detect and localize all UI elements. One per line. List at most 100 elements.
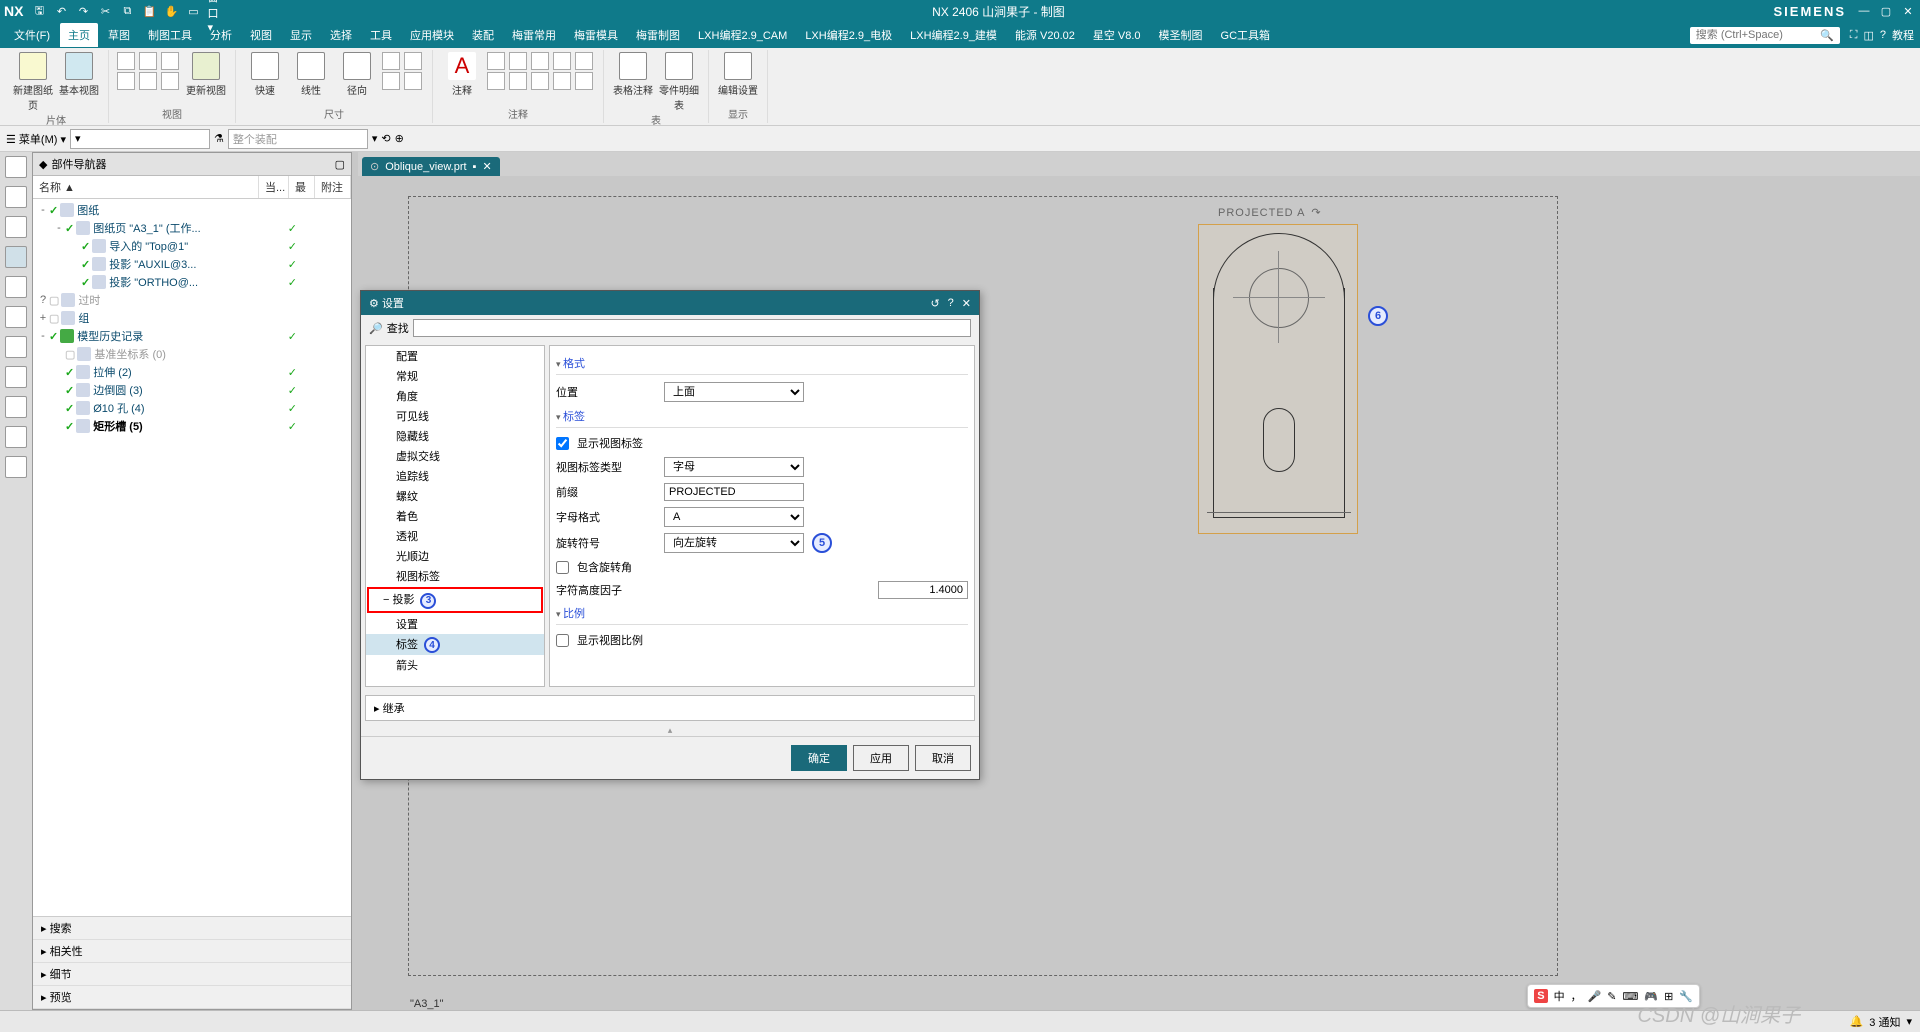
ann-icon[interactable] xyxy=(531,52,549,70)
cancel-button[interactable]: 取消 xyxy=(915,745,971,771)
tree-row[interactable]: -✓模型历史记录✓ xyxy=(35,327,349,345)
menu-nengyuan[interactable]: 能源 V20.02 xyxy=(1007,23,1083,47)
menu-meilei-common[interactable]: 梅雷常用 xyxy=(504,23,564,47)
rail-history-icon[interactable] xyxy=(5,366,27,388)
dialog-tree-item[interactable]: 标签4 xyxy=(366,634,544,656)
section-format[interactable]: 格式 xyxy=(556,352,968,375)
dialog-close-icon[interactable]: ✕ xyxy=(962,297,971,310)
rail-part-nav-icon[interactable] xyxy=(5,246,27,268)
menu-tools[interactable]: 工具 xyxy=(362,23,400,47)
panel-details[interactable]: ▸ 细节 xyxy=(33,963,351,986)
dialog-tree-item[interactable]: 虚拟交线 xyxy=(366,446,544,466)
menu-meilei-draw[interactable]: 梅雷制图 xyxy=(628,23,688,47)
ann-icon[interactable] xyxy=(575,52,593,70)
dialog-tree-item[interactable]: 配置 xyxy=(366,346,544,366)
view-icon[interactable] xyxy=(161,72,179,90)
tree-row[interactable]: ✓导入的 "Top@1"✓ xyxy=(35,237,349,255)
ime-draw-icon[interactable]: ✎ xyxy=(1607,990,1616,1003)
tree-row[interactable]: +▢组 xyxy=(35,309,349,327)
menu-lxh-cam[interactable]: LXH编程2.9_CAM xyxy=(690,23,795,47)
height-factor-input[interactable] xyxy=(878,581,968,599)
menu-select[interactable]: 选择 xyxy=(322,23,360,47)
prefix-input[interactable] xyxy=(664,483,804,501)
type-filter[interactable]: ▾ xyxy=(70,129,210,149)
help-icon[interactable]: ? xyxy=(1880,29,1886,41)
panel-search[interactable]: ▸ 搜索 xyxy=(33,917,351,940)
rail-hd3d-icon[interactable] xyxy=(5,306,27,328)
notification-text[interactable]: 3 通知 xyxy=(1869,1014,1900,1030)
ime-mic-icon[interactable]: 🎤 xyxy=(1588,990,1602,1003)
view-icon[interactable] xyxy=(117,52,135,70)
dim-icon[interactable] xyxy=(404,52,422,70)
view-icon[interactable] xyxy=(139,52,157,70)
menu-gc[interactable]: GC工具箱 xyxy=(1213,23,1279,47)
rail-assembly-icon[interactable] xyxy=(5,186,27,208)
quick-dim-button[interactable]: 快速 xyxy=(244,52,286,97)
touch-icon[interactable]: ✋ xyxy=(163,3,179,19)
navigator-tree[interactable]: -✓图纸-✓图纸页 "A3_1" (工作...✓✓导入的 "Top@1"✓✓投影… xyxy=(33,199,351,916)
rail-tool-icon[interactable] xyxy=(5,426,27,448)
base-view-button[interactable]: 基本视图 xyxy=(58,52,100,97)
tree-row[interactable]: ✓Ø10 孔 (4)✓ xyxy=(35,399,349,417)
ime-punct-icon[interactable]: ， xyxy=(1571,988,1582,1004)
dialog-tree-item[interactable]: 箭头 xyxy=(366,655,544,675)
menu-meilei-mold[interactable]: 梅雷模具 xyxy=(566,23,626,47)
layers-icon[interactable]: ◫ xyxy=(1863,29,1873,42)
dialog-tree-item[interactable]: 追踪线 xyxy=(366,466,544,486)
sel-icon[interactable]: ⟲ xyxy=(381,132,390,145)
table-note-button[interactable]: 表格注释 xyxy=(612,52,654,97)
menu-view[interactable]: 视图 xyxy=(242,23,280,47)
sel-icon[interactable]: ▾ xyxy=(372,132,378,145)
copy-icon[interactable]: ⧉ xyxy=(119,3,135,19)
dim-icon[interactable] xyxy=(382,72,400,90)
navigator-close-icon[interactable]: ▢ xyxy=(335,158,345,171)
ok-button[interactable]: 确定 xyxy=(791,745,847,771)
close-icon[interactable]: ✕ xyxy=(1900,3,1916,19)
rail-browser-icon[interactable] xyxy=(5,336,27,358)
dialog-tree-item[interactable]: 螺纹 xyxy=(366,486,544,506)
tree-row[interactable]: ✓拉伸 (2)✓ xyxy=(35,363,349,381)
rail-clock-icon[interactable] xyxy=(5,396,27,418)
pin-icon[interactable]: ⊙ xyxy=(370,160,379,173)
paste-icon[interactable]: 📋 xyxy=(141,3,157,19)
tree-row[interactable]: ✓矩形槽 (5)✓ xyxy=(35,417,349,435)
tutorial-link[interactable]: 教程 xyxy=(1892,27,1914,43)
rail-settings-icon[interactable] xyxy=(5,156,27,178)
tree-row[interactable]: ✓投影 "AUXIL@3...✓ xyxy=(35,255,349,273)
edit-settings-button[interactable]: 编辑设置 xyxy=(717,52,759,97)
status-dropdown-icon[interactable]: ▾ xyxy=(1906,1015,1912,1028)
dialog-tree-item[interactable]: 隐藏线 xyxy=(366,426,544,446)
show-scale-checkbox[interactable] xyxy=(556,634,569,647)
menu-file[interactable]: 文件(F) xyxy=(6,23,58,47)
help-icon[interactable]: ? xyxy=(948,297,954,310)
menu-display[interactable]: 显示 xyxy=(282,23,320,47)
dialog-tree-item[interactable]: 常规 xyxy=(366,366,544,386)
dim-icon[interactable] xyxy=(382,52,400,70)
view-icon[interactable] xyxy=(139,72,157,90)
ann-icon[interactable] xyxy=(487,52,505,70)
view-icon[interactable] xyxy=(161,52,179,70)
maximize-icon[interactable]: ▢ xyxy=(1878,3,1894,19)
redo-icon[interactable]: ↷ xyxy=(75,3,91,19)
filter-icon[interactable]: ⚗ xyxy=(214,132,224,145)
menu-dropdown[interactable]: ☰ 菜单(M) ▾ xyxy=(6,131,66,147)
include-angle-checkbox[interactable] xyxy=(556,561,569,574)
dialog-tree-item[interactable]: 可见线 xyxy=(366,406,544,426)
search-input[interactable] xyxy=(1696,29,1820,41)
dialog-tree-item[interactable]: 透视 xyxy=(366,526,544,546)
dialog-resize-grip[interactable]: ▴ xyxy=(361,725,979,736)
minimize-icon[interactable]: — xyxy=(1856,3,1872,19)
ann-icon[interactable] xyxy=(553,52,571,70)
window-icon[interactable]: ▭ xyxy=(185,3,201,19)
ann-icon[interactable] xyxy=(531,72,549,90)
dialog-title-bar[interactable]: ⚙ 设置 ↺ ? ✕ xyxy=(361,291,979,315)
dialog-tree-item[interactable]: 着色 xyxy=(366,506,544,526)
command-search[interactable]: 🔍 xyxy=(1690,27,1840,44)
dialog-tree-item[interactable]: 光顺边 xyxy=(366,546,544,566)
rail-reuse-icon[interactable] xyxy=(5,276,27,298)
ann-icon[interactable] xyxy=(553,72,571,90)
parts-list-button[interactable]: 零件明细表 xyxy=(658,52,700,112)
menu-assembly[interactable]: 装配 xyxy=(464,23,502,47)
rail-sheet-icon[interactable] xyxy=(5,456,27,478)
save-icon[interactable]: 🖫 xyxy=(31,3,47,19)
